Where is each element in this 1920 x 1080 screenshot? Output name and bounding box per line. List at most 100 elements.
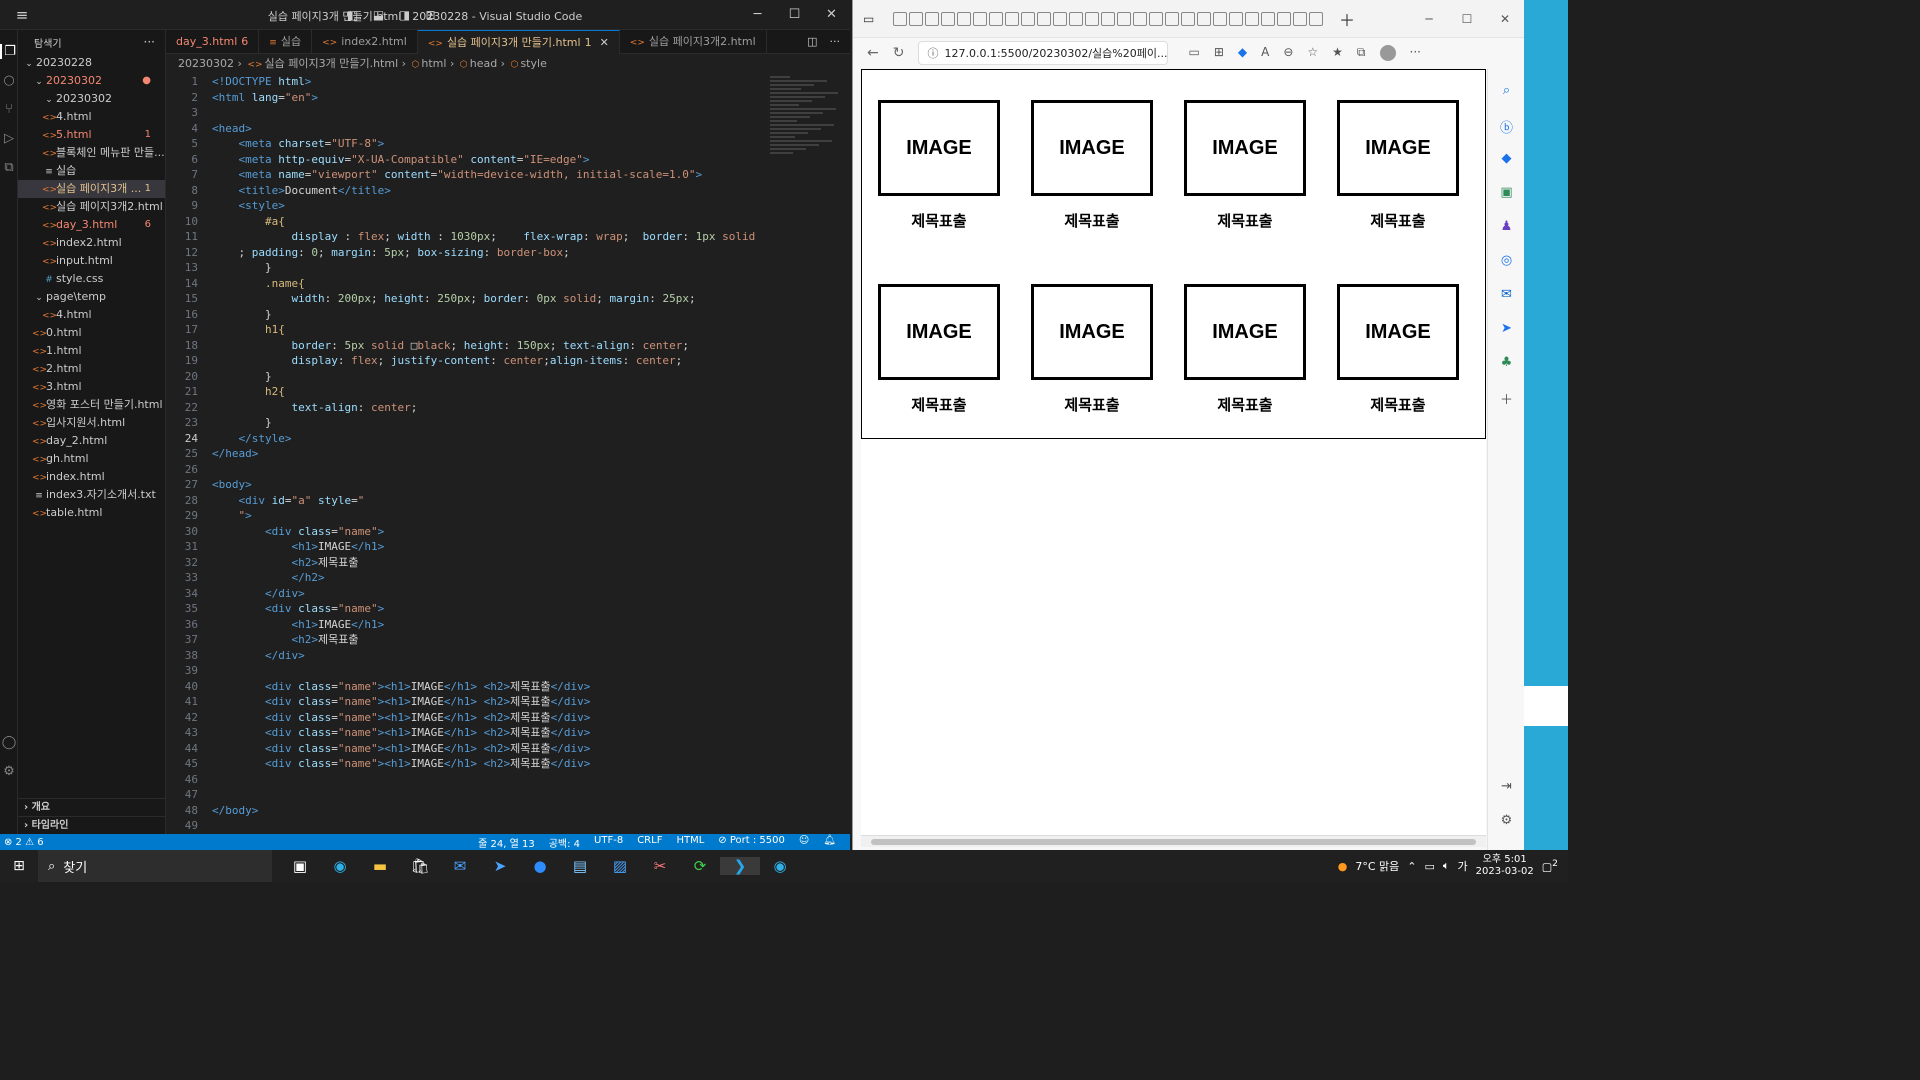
- code-line[interactable]: 39: [166, 663, 841, 679]
- code-line[interactable]: 38 </div>: [166, 648, 841, 664]
- browser-tab[interactable]: [1005, 11, 1019, 26]
- file-explorer-icon[interactable]: ▬: [360, 857, 400, 875]
- minimap[interactable]: [770, 74, 840, 174]
- account-icon[interactable]: ◯: [0, 735, 18, 750]
- code-line[interactable]: 20 }: [166, 369, 841, 385]
- tree-item[interactable]: <>실습 페이지3개2.html: [18, 198, 165, 216]
- task-view-icon[interactable]: ▣: [280, 857, 320, 875]
- code-line[interactable]: 14 .name{: [166, 276, 841, 292]
- cast-icon[interactable]: ▭: [1188, 45, 1199, 61]
- breadcrumb-item[interactable]: style: [520, 57, 546, 70]
- more-actions-icon[interactable]: ···: [144, 35, 155, 49]
- editor-tab[interactable]: <> 실습 페이지3개 만들기.html 1 ✕: [417, 30, 620, 54]
- tree-item[interactable]: <>2.html: [18, 360, 165, 378]
- browser-tab[interactable]: [973, 11, 987, 26]
- tree-item[interactable]: <>index.html: [18, 468, 165, 486]
- code-line[interactable]: 40 <div class="name"><h1>IMAGE</h1> <h2>…: [166, 679, 841, 695]
- settings-gear-icon[interactable]: ⚙: [0, 764, 18, 779]
- tree-item[interactable]: ⌄ 20230228: [18, 54, 165, 72]
- zoom-icon[interactable]: ⊖: [1283, 45, 1293, 61]
- extensions-icon[interactable]: ⧉: [0, 160, 18, 175]
- edge-taskbar-icon[interactable]: ◉: [320, 857, 360, 875]
- code-line[interactable]: 25 </head>: [166, 446, 841, 462]
- browser-tab[interactable]: [1053, 11, 1067, 26]
- code-editor[interactable]: 1 <!DOCTYPE html> 2 <html lang="en"> 3 4 <head…: [166, 74, 841, 834]
- browser-tab[interactable]: [1213, 11, 1227, 26]
- clock[interactable]: 오후 5:01 2023-03-02: [1476, 854, 1534, 878]
- taskbar-search[interactable]: ⌕ 찾기: [38, 850, 272, 882]
- code-line[interactable]: 1 <!DOCTYPE html>: [166, 74, 841, 90]
- hamburger-menu-icon[interactable]: ≡: [0, 6, 44, 24]
- tree-item[interactable]: <>입사지원서.html: [18, 414, 165, 432]
- tab-actions-icon[interactable]: ▭: [863, 12, 893, 26]
- code-line[interactable]: 37 <h2>제목표출: [166, 632, 841, 648]
- indentation[interactable]: 공백: 4: [549, 835, 580, 850]
- tree-item[interactable]: <>table.html: [18, 504, 165, 522]
- tree-item[interactable]: ⌄ page\temp: [18, 288, 165, 306]
- tree-item[interactable]: ⌄ 20230302: [18, 90, 165, 108]
- office-icon[interactable]: ◎: [1488, 253, 1525, 273]
- toggle-secondary-sidebar-icon[interactable]: ◨: [392, 8, 418, 22]
- minimize-button[interactable]: ─: [739, 7, 776, 22]
- weather-icon[interactable]: ●: [1338, 860, 1348, 873]
- breadcrumb-item[interactable]: html: [421, 57, 446, 70]
- code-line[interactable]: 36 <h1>IMAGE</h1>: [166, 617, 841, 633]
- drop-send-icon[interactable]: ➤: [1488, 321, 1525, 341]
- code-line[interactable]: 46: [166, 772, 841, 788]
- sync-app-icon[interactable]: ⟳: [680, 857, 720, 875]
- refresh-icon[interactable]: ↻: [893, 45, 905, 61]
- code-line[interactable]: 7 <meta name="viewport" content="width=d…: [166, 167, 841, 183]
- explorer-icon[interactable]: ❐: [0, 44, 18, 59]
- tree-item[interactable]: <>0.html: [18, 324, 165, 342]
- split-editor-icon[interactable]: ◫: [807, 30, 817, 53]
- tree-item[interactable]: # style.css: [18, 270, 165, 288]
- collections-icon[interactable]: ⧉: [1357, 45, 1366, 61]
- code-line[interactable]: 22 text-align: center;: [166, 400, 841, 416]
- pin-app-icon[interactable]: ➤: [480, 857, 520, 875]
- source-control-icon[interactable]: ⑂: [0, 102, 18, 117]
- browser-tab[interactable]: [1181, 11, 1195, 26]
- code-line[interactable]: 23 }: [166, 415, 841, 431]
- coupon-tag-icon[interactable]: ◆: [1238, 45, 1247, 61]
- browser-tab[interactable]: [925, 11, 939, 26]
- tree-item[interactable]: ≡ 실습: [18, 162, 165, 180]
- photos-icon[interactable]: ▨: [600, 857, 640, 875]
- timeline-section[interactable]: › 타임라인: [18, 816, 165, 834]
- tree-item[interactable]: <>day_3.html 6: [18, 216, 165, 234]
- bing-chat-icon[interactable]: ⓑ: [1488, 117, 1525, 137]
- horizontal-scrollbar[interactable]: [861, 835, 1486, 847]
- code-line[interactable]: 10 #a{: [166, 214, 841, 230]
- ime-indicator[interactable]: 가: [1458, 858, 1468, 874]
- code-line[interactable]: 13 }: [166, 260, 841, 276]
- code-line[interactable]: 3: [166, 105, 841, 121]
- games-icon[interactable]: ♟: [1488, 219, 1525, 239]
- new-tab-button[interactable]: ＋: [1339, 7, 1355, 31]
- code-line[interactable]: 42 <div class="name"><h1>IMAGE</h1> <h2>…: [166, 710, 841, 726]
- code-line[interactable]: 19 display: flex; justify-content: cente…: [166, 353, 841, 369]
- store-icon[interactable]: 🛍︎: [400, 857, 440, 875]
- browser-tab[interactable]: [1277, 11, 1291, 26]
- tree-item[interactable]: <>day_2.html: [18, 432, 165, 450]
- address-bar[interactable]: ⓘ 127.0.0.1:5500/20230302/실습%20페이...: [918, 41, 1169, 65]
- sidebar-settings-icon[interactable]: ⚙: [1488, 813, 1525, 833]
- code-line[interactable]: 8 <title>Document</title>: [166, 183, 841, 199]
- search-icon[interactable]: ○: [0, 73, 18, 88]
- code-line[interactable]: 41 <div class="name"><h1>IMAGE</h1> <h2>…: [166, 694, 841, 710]
- volume-icon[interactable]: 🔈︎: [1443, 859, 1450, 873]
- windows-start-icon[interactable]: ⊞: [0, 858, 38, 874]
- tree-item[interactable]: <>4.html: [18, 108, 165, 126]
- live-server-port[interactable]: ⊘ Port : 5500: [718, 835, 785, 850]
- tree-item[interactable]: <>실습 페이지3개 ... 1: [18, 180, 165, 198]
- run-debug-icon[interactable]: ▷: [0, 131, 18, 146]
- breadcrumb-item[interactable]: 실습 페이지3개 만들기.html: [265, 57, 399, 70]
- browser-maximize-button[interactable]: ☐: [1448, 12, 1486, 26]
- breadcrumb-item[interactable]: head: [470, 57, 497, 70]
- notepad-icon[interactable]: ▤: [560, 857, 600, 875]
- hide-sidebar-icon[interactable]: ⇥: [1488, 779, 1525, 799]
- browser-tab[interactable]: [1101, 11, 1115, 26]
- settings-more-icon[interactable]: ···: [1410, 45, 1421, 61]
- code-line[interactable]: 44 <div class="name"><h1>IMAGE</h1> <h2>…: [166, 741, 841, 757]
- tree-item[interactable]: <>영화 포스터 만들기.html: [18, 396, 165, 414]
- editor-tab[interactable]: day_3.html 6: [166, 30, 260, 54]
- browser-tab[interactable]: [909, 11, 923, 26]
